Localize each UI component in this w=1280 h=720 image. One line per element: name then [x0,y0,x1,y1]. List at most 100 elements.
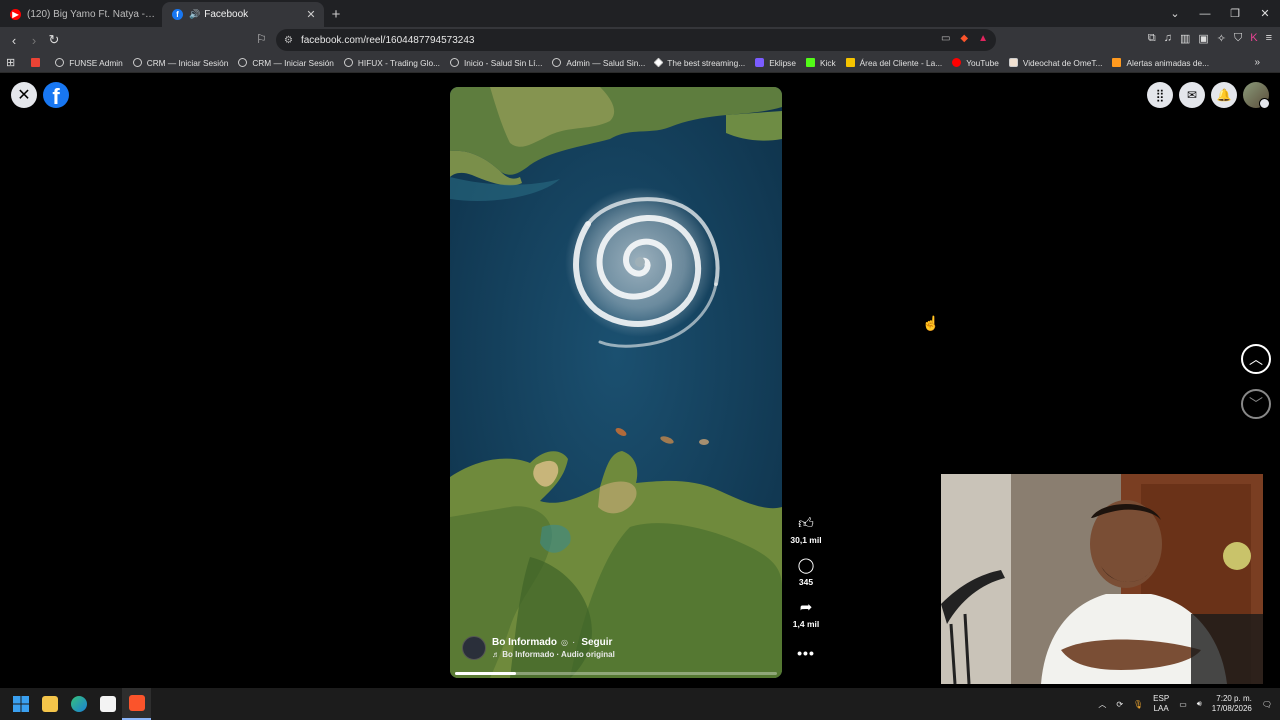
globe-icon [238,58,248,67]
more-options-icon[interactable]: ••• [797,645,815,661]
more-bookmarks-icon[interactable]: » [1254,57,1260,68]
bookmark-item[interactable]: Área del Cliente - La... [845,57,943,68]
bookmark-item[interactable]: FUNSE Admin [55,58,123,68]
bookmark-item[interactable]: Videochat de OmeT... [1008,58,1102,68]
reel-author: Bo Informado ◎ · Seguir ♬ Bo Informado ·… [462,636,615,660]
bookmark-item[interactable]: Kick [805,57,836,68]
start-button[interactable] [6,688,35,720]
taskbar: ︿ ⟳ 🎙︎ ESP LAA ▭ 🔊︎ 7:20 p. m. 17/08/202… [0,688,1280,720]
restore-button[interactable]: ❐ [1220,7,1250,20]
menu-icon[interactable]: ≡ [1266,32,1272,45]
messenger-button[interactable]: ✉ [1179,82,1205,108]
reel-video[interactable] [450,87,782,678]
audio-info[interactable]: ♬ Bo Informado · Audio original [492,650,615,659]
brave-shields-icon[interactable]: ◆ [960,33,968,44]
tray-overflow-icon[interactable]: ︿ [1098,699,1106,710]
bookmark-label: HIFUX - Trading Glo... [357,57,440,68]
notifications-icon[interactable]: 🗨︎ [1262,700,1272,709]
new-tab-button[interactable]: + [324,2,348,27]
bookmark-label: Área del Cliente - La... [859,57,943,68]
comment-action[interactable]: ◯ 345 [798,557,815,587]
minimize-button[interactable]: — [1190,8,1220,20]
tab-facebook[interactable]: f 🔊 Facebook ✕ [162,2,324,27]
bookmark-item[interactable]: Inicio - Salud Sin Lí... [450,58,542,68]
site-info-icon[interactable]: ⚙ [284,35,293,46]
close-window-button[interactable]: ✕ [1250,7,1280,20]
bookmark-label: The best streaming... [667,57,746,68]
audio-label: Bo Informado · Audio original [502,650,615,659]
clock[interactable]: 7:20 p. m. 17/08/2026 [1212,694,1252,714]
notifications-button[interactable]: 🔔 [1211,82,1237,108]
cast-icon[interactable]: ▭ [941,33,950,44]
share-action[interactable]: ➦ 1,4 mil [793,599,819,629]
network-icon[interactable]: ▭ [1179,700,1187,709]
sidebar-icon[interactable]: ▥ [1180,32,1190,45]
next-reel-button[interactable]: ﹀ [1241,389,1271,419]
edge-button[interactable] [64,688,93,720]
file-explorer-button[interactable] [35,688,64,720]
bookmark-label: Kick [819,57,836,68]
bookmark-item[interactable]: The best streaming... [653,57,746,68]
facebook-logo[interactable]: f [43,82,69,108]
facebook-icon: f [172,9,183,20]
volume-icon[interactable]: 🔊︎ [1197,699,1202,709]
webcam-frame [941,474,1263,684]
close-tab-icon[interactable]: ✕ [304,8,318,21]
clock-date: 17/08/2026 [1211,704,1252,713]
chevron-up-icon: ︿ [1249,351,1263,367]
brave-rewards-icon[interactable]: ▲ [978,33,988,44]
bookmark-item[interactable]: YouTube [952,58,999,68]
chevron-down-icon: ﹀ [1249,396,1263,412]
eklipse-icon [755,58,765,67]
like-action[interactable]: 👍︎ 30,1 mil [790,515,821,545]
fb-header-actions: ⣿ ✉ 🔔 [1147,82,1270,109]
speaker-icon[interactable]: 🔊 [189,9,200,20]
language-code: ESP [1153,694,1170,703]
bookmark-item[interactable]: Eklipse [755,58,796,68]
media-icon[interactable]: ♫ [1164,32,1172,45]
bookmark-label: YouTube [966,57,999,68]
menu-grid-button[interactable]: ⣿ [1147,82,1173,108]
author-name[interactable]: Bo Informado [492,637,557,648]
windows-icon [12,696,29,712]
share-count: 1,4 mil [792,619,820,629]
profile-avatar-button[interactable] [1243,82,1270,109]
sync-icon[interactable]: ⟳ [1116,700,1123,709]
globe-icon [450,58,459,67]
author-avatar[interactable] [462,636,486,660]
bookmark-item[interactable]: Admin — Salud Sin... [552,58,645,68]
vpn-icon[interactable]: ⛉ [1234,32,1242,45]
apps-grid-icon[interactable]: ⊞ [6,56,15,69]
kick-icon [805,58,815,67]
system-tray: ︿ ⟳ 🎙︎ ESP LAA ▭ 🔊︎ 7:20 p. m. 17/08/202… [1098,688,1272,720]
back-button[interactable]: ‹ [4,33,24,48]
tab-search-icon[interactable]: ⌄ [1160,7,1190,20]
close-reel-button[interactable]: ✕ [11,82,37,108]
kick-extension-icon[interactable]: K [1250,32,1257,45]
clock-time: 7:20 p. m. [1216,694,1252,703]
reload-button[interactable]: ↻ [44,32,64,48]
bookmark-item[interactable]: CRM — Iniciar Sesión [132,58,228,68]
bookmark-item[interactable] [31,58,45,67]
wallet-icon[interactable]: ▣ [1198,32,1208,45]
store-button[interactable] [93,688,122,720]
bookmark-item[interactable]: Alertas animadas de... [1112,58,1209,68]
bookmark-icon[interactable]: ⚐ [256,32,267,46]
follow-button[interactable]: Seguir [581,637,612,648]
omnibox-actions: ▭ ◆ ▲ [941,33,988,44]
bookmark-item[interactable]: CRM — Iniciar Sesión [238,58,334,68]
microphone-icon[interactable]: 🎙︎ [1133,700,1143,709]
tab-youtube[interactable]: ▶ (120) Big Yamo Ft. Natya - Tocarte To.… [0,2,162,27]
previous-reel-button[interactable]: ︿ [1241,344,1271,374]
extensions-icon[interactable]: ⧉ [1148,32,1156,45]
leo-ai-icon[interactable]: ✧ [1217,32,1226,45]
forward-button[interactable]: › [24,33,44,48]
comment-icon: ◯ [797,557,815,574]
bookmark-item[interactable]: HIFUX - Trading Glo... [343,57,440,68]
brave-button[interactable] [122,688,151,720]
address-bar[interactable]: ⚙ facebook.com/reel/1604487794573243 ▭ ◆… [276,29,996,51]
gmail-icon [31,58,41,67]
language-indicator[interactable]: ESP LAA [1153,694,1169,714]
folder-icon [41,696,58,712]
video-progress-bar[interactable] [455,672,777,675]
